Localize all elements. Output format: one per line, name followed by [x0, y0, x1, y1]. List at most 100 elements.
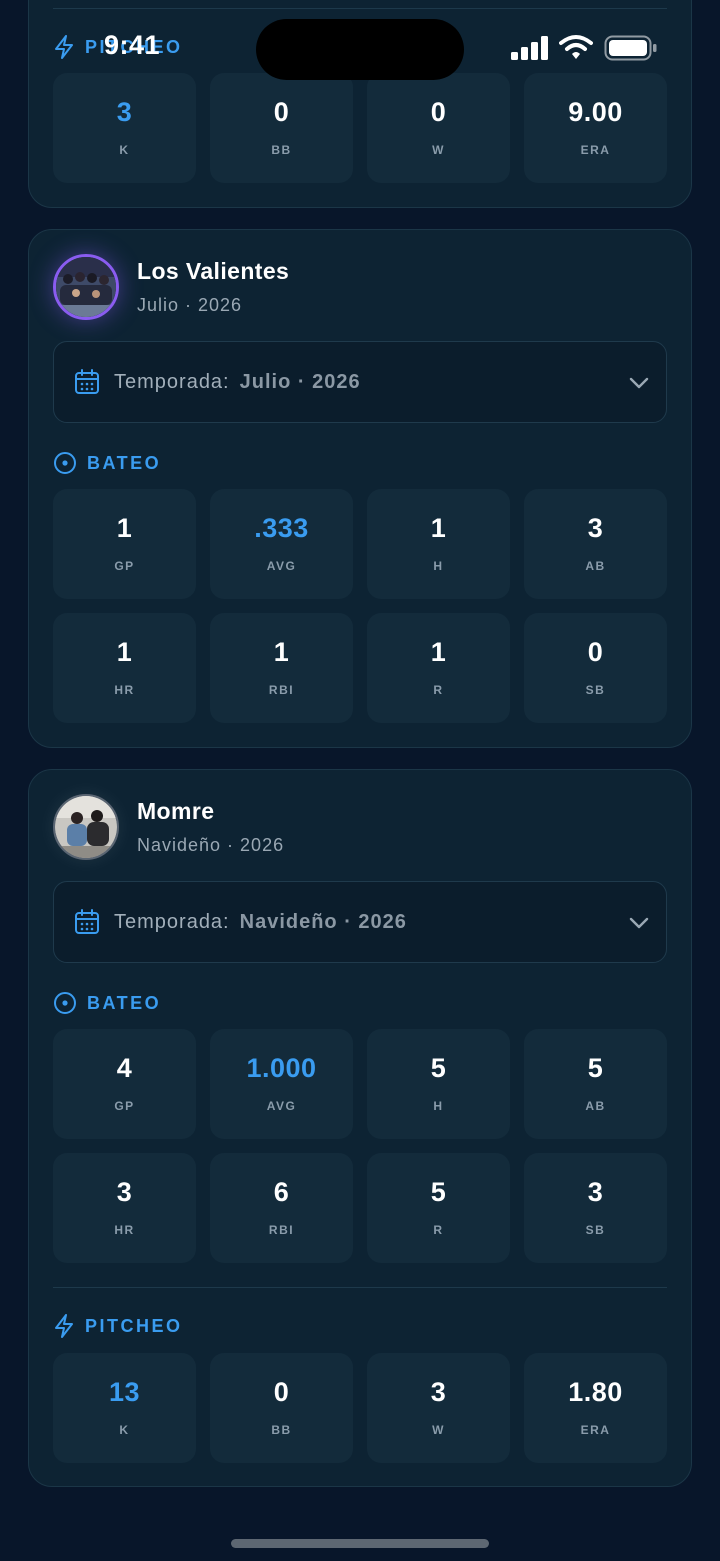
calendar-icon	[75, 369, 99, 394]
stat-label: K	[119, 1423, 130, 1437]
stat-value: 0	[430, 97, 447, 127]
season-value: Navideño · 2026	[239, 910, 407, 933]
stat-r: 1R	[367, 613, 510, 723]
stat-w: 0W	[367, 73, 510, 183]
stat-label: AB	[585, 559, 606, 573]
stat-label: R	[433, 683, 444, 697]
stat-label: H	[433, 1099, 444, 1113]
stat-rbi: 1 RBI	[210, 613, 353, 723]
stat-value: 1	[273, 637, 290, 667]
section-divider	[53, 8, 667, 9]
stat-value: .333	[254, 513, 309, 543]
bolt-icon	[55, 35, 73, 59]
home-indicator[interactable]	[231, 1539, 489, 1548]
season-value: Julio · 2026	[239, 370, 361, 393]
pitcheo-stats: 13 K 0 BB 3W 1.80 ERA	[53, 1353, 667, 1463]
stat-label: GP	[114, 1099, 135, 1113]
dynamic-island	[256, 19, 464, 80]
stat-label: GP	[114, 559, 135, 573]
stat-era: 9.00 ERA	[524, 73, 667, 183]
chevron-down-icon	[629, 377, 649, 389]
team-photo	[56, 257, 116, 317]
stat-label: R	[433, 1223, 444, 1237]
pitcheo-section-title: PITCHEO	[53, 1314, 183, 1338]
team-avatar	[53, 794, 119, 860]
stat-value: 0	[587, 637, 604, 667]
team-name: Los Valientes	[137, 258, 290, 284]
stat-rbi: 6 RBI	[210, 1153, 353, 1263]
stat-value: 3	[430, 1377, 447, 1407]
stat-value: 1.000	[246, 1053, 317, 1083]
target-icon	[54, 992, 76, 1014]
team-season-subtitle: Julio · 2026	[137, 295, 243, 315]
bateo-stats-row-1: 1 GP .333 AVG 1H 3 AB	[53, 489, 667, 599]
stat-value: 3	[587, 1177, 604, 1207]
team-avatar	[53, 254, 119, 320]
stat-label: H	[433, 559, 444, 573]
stat-ab: 3 AB	[524, 489, 667, 599]
stat-label: RBI	[268, 683, 295, 697]
bateo-stats-row-2: 1 HR 1 RBI 1R 0 SB	[53, 613, 667, 723]
stat-value: 1	[430, 513, 447, 543]
stat-label: ERA	[580, 143, 611, 157]
stat-k: 13 K	[53, 1353, 196, 1463]
stat-value: 13	[108, 1377, 141, 1407]
bateo-stats-row-2: 3 HR 6 RBI 5R 3 SB	[53, 1153, 667, 1263]
stat-label: AB	[585, 1099, 606, 1113]
team-card-momre[interactable]: Momre Navideño · 2026 Temporada: Navideñ…	[28, 769, 692, 1487]
stat-sb: 3 SB	[524, 1153, 667, 1263]
season-select[interactable]: Temporada: Navideño · 2026	[53, 881, 667, 963]
wifi-icon	[559, 35, 593, 59]
stat-value: 1	[116, 513, 133, 543]
stat-k: 3K	[53, 73, 196, 183]
team-card-los-valientes[interactable]: Los Valientes Julio · 2026 Temporada: Ju…	[28, 229, 692, 748]
stat-label: W	[432, 1423, 445, 1437]
stat-era: 1.80 ERA	[524, 1353, 667, 1463]
stat-value: 4	[116, 1053, 133, 1083]
stat-value: 3	[587, 513, 604, 543]
stat-value: 5	[430, 1053, 447, 1083]
stat-value: 6	[273, 1177, 290, 1207]
bateo-label: BATEO	[87, 452, 162, 473]
team-name: Momre	[137, 798, 215, 824]
stat-label: BB	[271, 1423, 292, 1437]
season-label: Temporada:	[114, 370, 230, 393]
stat-h: 1H	[367, 489, 510, 599]
stat-value: 0	[273, 97, 290, 127]
stat-label: HR	[114, 683, 135, 697]
stat-value: 3	[116, 97, 133, 127]
stat-label: SB	[585, 1223, 606, 1237]
bolt-icon	[55, 1314, 73, 1338]
bateo-section-title: BATEO	[53, 451, 161, 475]
stat-gp: 4 GP	[53, 1029, 196, 1139]
stat-label: RBI	[268, 1223, 295, 1237]
stat-value: 5	[430, 1177, 447, 1207]
season-select[interactable]: Temporada: Julio · 2026	[53, 341, 667, 423]
stat-value: 1	[430, 637, 447, 667]
team-photo	[55, 796, 117, 858]
stat-value: 9.00	[568, 97, 623, 127]
target-icon	[54, 452, 76, 474]
stat-h: 5H	[367, 1029, 510, 1139]
pitcheo-label: PITCHEO	[85, 1315, 183, 1336]
stat-value: 1	[116, 637, 133, 667]
bateo-stats-row-1: 4 GP 1.000 AVG 5H 5 AB	[53, 1029, 667, 1139]
stat-value: 5	[587, 1053, 604, 1083]
stat-label: AVG	[266, 1099, 297, 1113]
stat-sb: 0 SB	[524, 613, 667, 723]
stat-hr: 1 HR	[53, 613, 196, 723]
stat-label: ERA	[580, 1423, 611, 1437]
stat-label: K	[119, 143, 130, 157]
pitcheo-stats: 3K 0 BB 0W 9.00 ERA	[53, 73, 667, 183]
chevron-down-icon	[629, 917, 649, 929]
season-label: Temporada:	[114, 910, 230, 933]
stat-label: W	[432, 143, 445, 157]
stat-r: 5R	[367, 1153, 510, 1263]
stat-value: 3	[116, 1177, 133, 1207]
battery-icon	[604, 35, 657, 61]
stat-bb: 0 BB	[210, 73, 353, 183]
stat-label: BB	[271, 143, 292, 157]
stat-gp: 1 GP	[53, 489, 196, 599]
stat-label: SB	[585, 683, 606, 697]
status-time: 9:41	[104, 30, 161, 60]
